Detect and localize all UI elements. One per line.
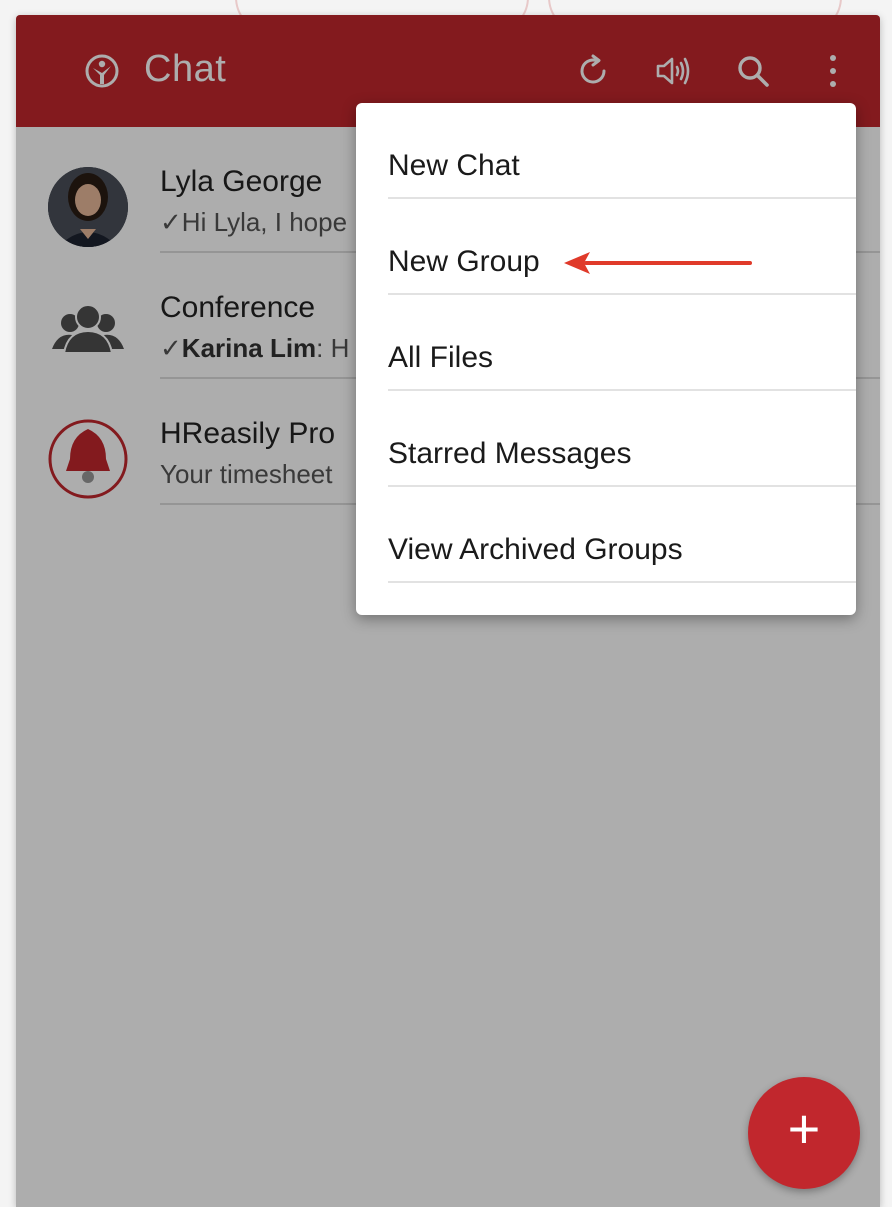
menu-item-label: All Files: [388, 341, 494, 374]
menu-item-label: New Chat: [388, 149, 520, 182]
menu-item-new-group[interactable]: New Group: [356, 199, 856, 295]
menu-item-label: New Group: [388, 245, 540, 278]
menu-item-label: Starred Messages: [388, 437, 632, 470]
divider: [388, 581, 856, 583]
menu-item-label: View Archived Groups: [388, 533, 683, 566]
menu-item-new-chat[interactable]: New Chat: [356, 103, 856, 199]
menu-item-starred-messages[interactable]: Starred Messages: [356, 391, 856, 487]
plus-icon: +: [787, 1097, 821, 1160]
options-menu: New Chat New Group All Files Starred Mes…: [356, 103, 856, 615]
new-chat-fab[interactable]: +: [748, 1077, 860, 1189]
annotation-arrow-icon: [564, 252, 752, 274]
menu-item-view-archived-groups[interactable]: View Archived Groups: [356, 487, 856, 583]
menu-item-all-files[interactable]: All Files: [356, 295, 856, 391]
